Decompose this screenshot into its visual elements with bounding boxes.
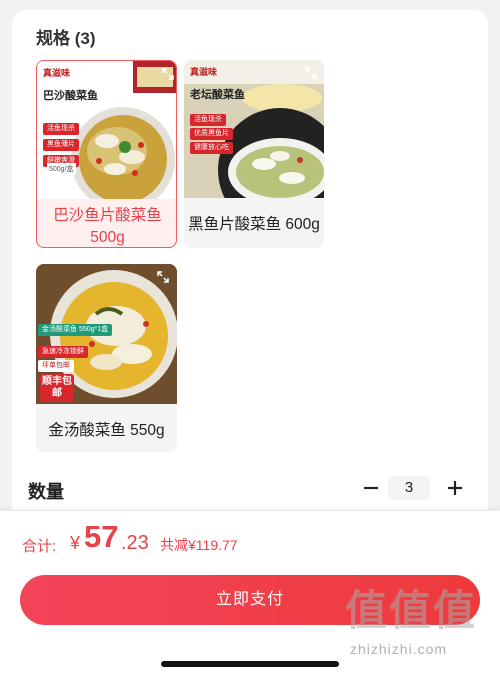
weight-label: 500g/盒 [47,163,76,175]
thumbnail-tag: 健康放心吃 [190,142,233,154]
thumbnail-tag: 活鱼现杀 [190,114,226,126]
currency-symbol: ¥ [70,533,81,553]
expand-icon[interactable] [304,66,318,80]
product-thumbnail: 金汤酸菜鱼 550g*1盒 急速冷冻锁鲜 坪单包邮 顺丰包邮 [36,264,177,404]
watermark-glyph: 值 [433,587,476,634]
total-price-integer: 57 [84,519,119,554]
brand-logo: 真滋味 [190,67,218,77]
watermark-glyph: 值 [389,587,432,634]
watermark-site: zhizhizhi.com [350,641,448,657]
expand-icon[interactable] [156,270,170,284]
product-thumbnail: 真滋味 老坛酸菜鱼 活鱼现杀 优质黑鱼片 健康放心吃 [184,60,324,198]
checkout-footer: 合计: ¥ 57 .23 共减¥119.77 立即支付 值值值 zhizhizh… [0,511,500,678]
option-label: 黑鱼片酸菜鱼 600g [188,216,320,233]
free-shipping-badge: 顺丰包邮 [40,374,74,402]
thumbnail-tag: 优质黑鱼片 [190,128,233,140]
thumbnail-tag: 金汤酸菜鱼 550g*1盒 [38,324,113,336]
option-label-line2: 500g [90,229,125,246]
spec-title: 规格 (3) [36,29,96,48]
option-label: 巴沙鱼片酸菜鱼 500g [37,205,176,247]
thumbnail-tag: 活鱼现杀 [43,123,79,135]
brand-logo: 真滋味 [43,68,71,78]
option-label-line1: 巴沙鱼片酸菜鱼 [53,207,162,224]
option-label: 金汤酸菜鱼 550g [48,422,165,439]
total-price-decimal: .23 [121,532,149,554]
quantity-label: 数量 [28,482,64,502]
thumbnail-tag: 黑鱼薄片 [43,139,79,151]
product-thumbnail: 真滋味 巴沙酸菜鱼 活鱼现杀 黑鱼薄片 鲜嫩爽滑 500g/盒 [37,61,176,199]
spec-option-heiyu-600g[interactable]: 真滋味 老坛酸菜鱼 活鱼现杀 优质黑鱼片 健康放心吃 黑鱼片酸菜鱼 600g [184,60,324,248]
total-label: 合计: [22,538,57,555]
thumbnail-tag: 坪单包邮 [38,360,74,372]
spec-option-jintang-550g[interactable]: 金汤酸菜鱼 550g*1盒 急速冷冻锁鲜 坪单包邮 顺丰包邮 金汤酸菜鱼 550… [36,264,177,452]
home-indicator[interactable] [161,661,339,667]
thumbnail-tag: 急速冷冻锁鲜 [38,346,88,358]
watermark-logo: 值值值 [345,587,477,635]
quantity-decrease-button[interactable] [360,476,382,500]
thumbnail-title: 老坛酸菜鱼 [190,89,245,101]
quantity-increase-button[interactable] [444,476,466,500]
spec-option-basha-500g[interactable]: 真滋味 巴沙酸菜鱼 活鱼现杀 黑鱼薄片 鲜嫩爽滑 500g/盒 巴沙鱼片酸菜鱼 … [36,60,177,248]
quantity-input[interactable]: 3 [388,476,430,500]
thumbnail-title: 巴沙酸菜鱼 [43,90,98,102]
expand-icon[interactable] [161,67,175,81]
watermark-glyph: 值 [345,587,388,634]
discount-amount: 共减¥119.77 [160,537,238,553]
